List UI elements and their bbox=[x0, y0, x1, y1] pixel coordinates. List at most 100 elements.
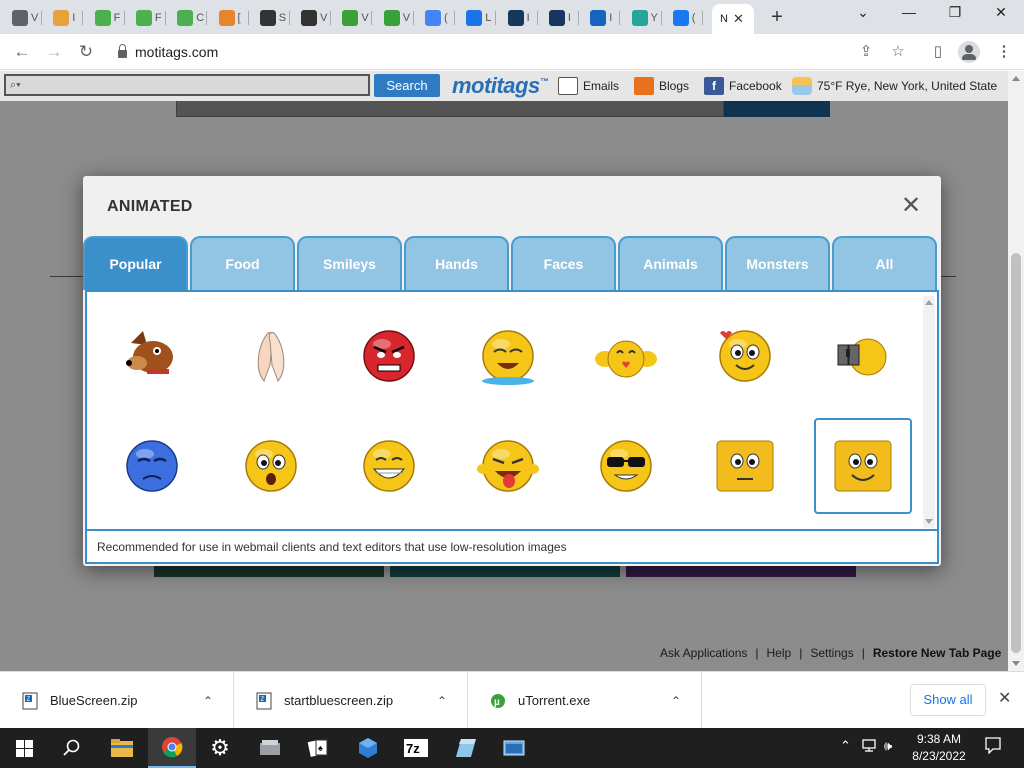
bookmark-star-icon[interactable]: ☆ bbox=[888, 42, 908, 62]
tongue-out-face-emoji[interactable] bbox=[459, 418, 557, 514]
download-item[interactable]: Z BlueScreen.zip ⌃ bbox=[0, 672, 234, 729]
settings-taskbar-button[interactable]: ⚙ bbox=[196, 728, 244, 768]
browser-tab[interactable]: V bbox=[376, 4, 414, 32]
in-love-face-emoji[interactable] bbox=[696, 308, 794, 404]
sad-blue-face-emoji[interactable] bbox=[103, 418, 201, 514]
download-item[interactable]: µ uTorrent.exe ⌃ bbox=[468, 672, 702, 729]
search-button[interactable] bbox=[48, 728, 96, 768]
browser-tab[interactable]: I bbox=[500, 4, 538, 32]
browser-tab[interactable]: V bbox=[334, 4, 373, 32]
tab-hands[interactable]: Hands bbox=[404, 236, 509, 290]
browser-tab-active[interactable]: N ✕ bbox=[712, 4, 754, 34]
tray-chevron-icon[interactable]: ⌃ bbox=[840, 738, 851, 754]
back-button[interactable]: ← bbox=[10, 40, 34, 64]
emoji-grid-scrollbar[interactable] bbox=[923, 296, 935, 528]
scroll-up-arrow[interactable] bbox=[925, 300, 933, 305]
praying-hands-emoji[interactable] bbox=[222, 308, 320, 404]
emails-link[interactable]: Emails bbox=[558, 77, 619, 95]
browser-tab[interactable]: I bbox=[541, 4, 579, 32]
square-bored-face-emoji[interactable] bbox=[696, 418, 794, 514]
show-all-downloads-button[interactable]: Show all bbox=[910, 684, 986, 716]
start-button[interactable] bbox=[0, 728, 48, 768]
app-taskbar-button[interactable] bbox=[490, 728, 538, 768]
tab-title: I bbox=[567, 12, 571, 24]
svg-text:♠: ♠ bbox=[318, 743, 323, 753]
close-tab-icon[interactable]: ✕ bbox=[733, 11, 744, 27]
browser-tab[interactable]: S bbox=[252, 4, 290, 32]
browser-tab[interactable]: [ bbox=[211, 4, 249, 32]
solitaire-taskbar-button[interactable]: ♠ bbox=[294, 728, 342, 768]
app-taskbar-button[interactable] bbox=[442, 728, 490, 768]
crying-laughing-emoji[interactable] bbox=[459, 308, 557, 404]
binoculars-face-emoji[interactable] bbox=[814, 308, 912, 404]
address-bar[interactable]: motitags.com bbox=[108, 38, 408, 66]
app-taskbar-button[interactable] bbox=[246, 728, 294, 768]
tab-monsters[interactable]: Monsters bbox=[725, 236, 830, 290]
profile-avatar[interactable] bbox=[958, 41, 980, 63]
volume-icon[interactable]: 🕪 bbox=[884, 738, 892, 754]
chrome-taskbar-button[interactable] bbox=[148, 728, 196, 768]
browser-tab[interactable]: C bbox=[169, 4, 208, 32]
scroll-down-arrow[interactable] bbox=[925, 519, 933, 524]
browser-tab[interactable]: ( bbox=[665, 4, 703, 32]
notepad-icon bbox=[456, 739, 476, 757]
browser-tab[interactable]: V bbox=[293, 4, 332, 32]
file-explorer-button[interactable] bbox=[98, 728, 146, 768]
download-options-icon[interactable]: ⌃ bbox=[203, 694, 215, 708]
new-tab-button[interactable]: + bbox=[766, 6, 788, 29]
browser-tab[interactable]: ( bbox=[417, 4, 455, 32]
browser-tab[interactable]: Y bbox=[624, 4, 662, 32]
7zip-taskbar-button[interactable]: 7z bbox=[392, 728, 440, 768]
heart-smiley-emoji[interactable] bbox=[577, 308, 675, 404]
download-item[interactable]: Z startbluescreen.zip ⌃ bbox=[234, 672, 468, 729]
tab-separator bbox=[41, 11, 42, 25]
shocked-face-emoji[interactable] bbox=[222, 418, 320, 514]
reload-button[interactable]: ↻ bbox=[74, 40, 98, 64]
angry-red-face-emoji[interactable] bbox=[340, 308, 438, 404]
sunglasses-face-emoji[interactable] bbox=[577, 418, 675, 514]
minimize-button[interactable]: — bbox=[894, 4, 924, 20]
restore-button[interactable]: ❐ bbox=[940, 4, 970, 21]
browser-tab[interactable]: F bbox=[87, 4, 125, 32]
grinning-face-emoji[interactable] bbox=[340, 418, 438, 514]
network-icon[interactable] bbox=[862, 738, 878, 757]
share-icon[interactable]: ⇪ bbox=[856, 42, 876, 62]
weather-link[interactable]: 75°F Rye, New York, United State bbox=[792, 77, 997, 95]
browser-tab[interactable]: I bbox=[45, 4, 84, 32]
forward-button[interactable]: → bbox=[42, 40, 66, 64]
scroll-thumb[interactable] bbox=[1011, 253, 1021, 653]
square-smile-face-emoji[interactable] bbox=[814, 418, 912, 514]
page-scrollbar[interactable] bbox=[1008, 71, 1024, 671]
notification-center-icon[interactable] bbox=[984, 736, 1002, 757]
app-taskbar-button[interactable] bbox=[344, 728, 392, 768]
download-options-icon[interactable]: ⌃ bbox=[671, 694, 683, 708]
taskbar-clock[interactable]: 9:38 AM 8/23/2022 bbox=[904, 731, 974, 765]
scroll-up-arrow[interactable] bbox=[1012, 76, 1020, 81]
ask-search-input[interactable]: ⌕▾ bbox=[4, 74, 370, 96]
tab-faces[interactable]: Faces bbox=[511, 236, 616, 290]
close-download-shelf-button[interactable]: ✕ bbox=[998, 688, 1011, 708]
window-close-button[interactable]: ✕ bbox=[986, 4, 1016, 21]
facebook-link[interactable]: f Facebook bbox=[704, 77, 782, 95]
side-panel-icon[interactable]: ▯ bbox=[928, 42, 948, 62]
scroll-down-arrow[interactable] bbox=[1012, 661, 1020, 666]
download-options-icon[interactable]: ⌃ bbox=[437, 694, 449, 708]
facebook-icon bbox=[672, 10, 689, 26]
tab-all[interactable]: All bbox=[832, 236, 937, 290]
ask-search-button[interactable]: Search bbox=[374, 74, 440, 97]
browser-tab[interactable]: V bbox=[4, 4, 42, 32]
modal-close-button[interactable]: ✕ bbox=[901, 194, 921, 218]
emoji-grid bbox=[85, 290, 939, 530]
browser-tab[interactable]: L bbox=[458, 4, 497, 32]
tab-animals[interactable]: Animals bbox=[618, 236, 723, 290]
tab-popular[interactable]: Popular bbox=[83, 236, 188, 290]
browser-tab[interactable]: F bbox=[128, 4, 166, 32]
blogs-link[interactable]: Blogs bbox=[634, 77, 689, 95]
menu-kebab-icon[interactable]: ⋮ bbox=[994, 42, 1014, 62]
motitags-logo[interactable]: motitags™ bbox=[452, 73, 549, 99]
tab-search-icon[interactable]: ⌄ bbox=[848, 4, 878, 21]
dog-face-emoji[interactable] bbox=[103, 308, 201, 404]
tab-smileys[interactable]: Smileys bbox=[297, 236, 402, 290]
browser-tab[interactable]: I bbox=[582, 4, 621, 32]
tab-food[interactable]: Food bbox=[190, 236, 295, 290]
